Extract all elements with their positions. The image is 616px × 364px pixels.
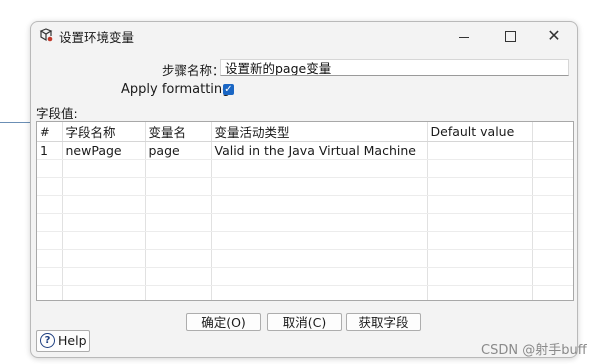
table-row[interactable] (37, 159, 573, 178)
get-fields-button[interactable]: 获取字段 (346, 313, 421, 331)
table-row[interactable]: 1 newPage page Valid in the Java Virtual… (37, 141, 573, 160)
table-row[interactable] (37, 177, 573, 196)
app-icon (39, 28, 53, 42)
minimize-button[interactable] (441, 22, 487, 50)
column-header-variable-name[interactable]: 变量名 (145, 122, 212, 142)
empty-cell (532, 141, 573, 160)
column-header-field-name[interactable]: 字段名称 (62, 122, 146, 142)
maximize-button[interactable] (487, 22, 533, 50)
help-icon: ? (40, 333, 55, 348)
row-index: 1 (37, 141, 63, 160)
variable-type-cell[interactable]: Valid in the Java Virtual Machine (211, 141, 428, 160)
column-header-index[interactable]: # (37, 122, 63, 142)
field-values-table[interactable]: # 字段名称 变量名 变量活动类型 Default value 1 newPag… (36, 121, 574, 301)
table-row[interactable] (37, 267, 573, 286)
field-values-label: 字段值: (36, 106, 78, 121)
apply-formatting-label: Apply formatting (121, 82, 231, 97)
cancel-button[interactable]: 取消(C) (267, 313, 342, 331)
minimize-icon (459, 36, 469, 38)
column-header-variable-type[interactable]: 变量活动类型 (211, 122, 428, 142)
table-row[interactable] (37, 195, 573, 214)
help-label: Help (58, 333, 87, 348)
ok-button[interactable]: 确定(O) (186, 313, 261, 331)
field-name-cell[interactable]: newPage (62, 141, 146, 160)
table-row[interactable] (37, 231, 573, 250)
watermark: CSDN @射手buff (481, 343, 587, 358)
step-name-label: 步骤名称： (162, 63, 225, 78)
connector-line (0, 122, 30, 123)
table-row[interactable] (37, 213, 573, 232)
apply-formatting-checkbox[interactable]: ✓ (223, 84, 234, 95)
step-name-input[interactable] (220, 59, 569, 76)
window-title: 设置环境变量 (59, 30, 135, 45)
table-row[interactable] (37, 285, 573, 300)
close-icon: ✕ (547, 26, 561, 45)
column-header-default-value[interactable]: Default value (427, 122, 533, 142)
table-row[interactable] (37, 249, 573, 268)
maximize-icon (504, 30, 516, 42)
table-header-row: # 字段名称 变量名 变量活动类型 Default value (37, 122, 573, 142)
title-bar[interactable]: 设置环境变量 ✕ (31, 22, 577, 50)
close-button[interactable]: ✕ (531, 22, 577, 50)
set-environment-variables-dialog: 设置环境变量 ✕ 步骤名称： Apply formatting ✓ 字段值: (30, 21, 578, 358)
variable-name-cell[interactable]: page (145, 141, 212, 160)
help-button[interactable]: ? Help (36, 330, 90, 352)
default-value-cell[interactable] (427, 141, 533, 160)
column-header-empty (532, 122, 573, 142)
